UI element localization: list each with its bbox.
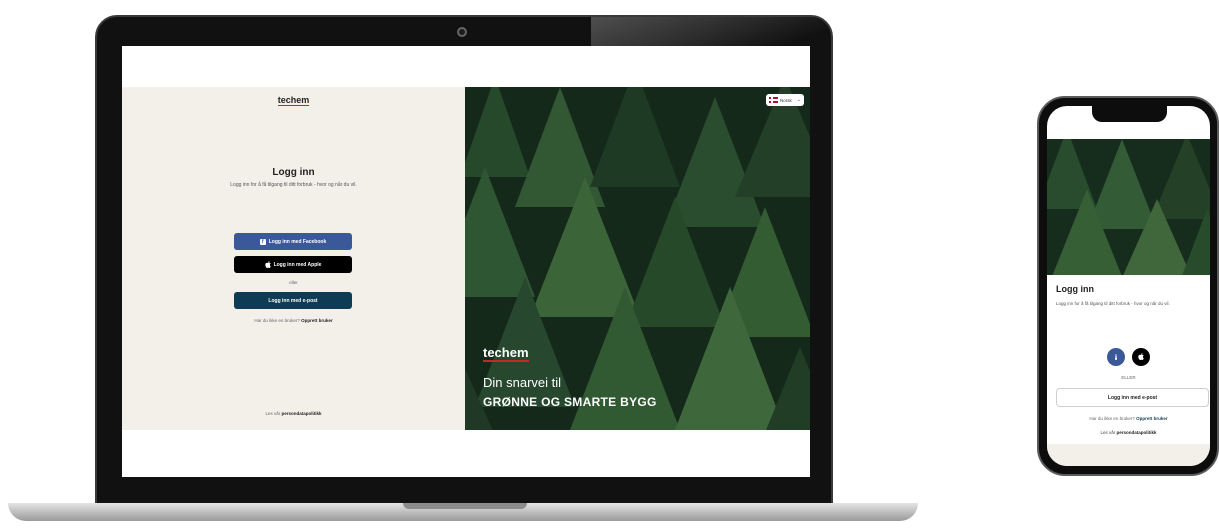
privacy-policy-link[interactable]: persondatapolitikk [282, 411, 322, 416]
apple-icon [264, 261, 271, 268]
language-selector[interactable]: Norsk ⌄ [766, 94, 804, 106]
facebook-icon: f [1115, 354, 1117, 360]
login-title: Logg inn [272, 167, 315, 178]
email-login-label: Logg inn med e-post [268, 297, 318, 304]
phone-login-title: Logg inn [1056, 284, 1094, 294]
techem-logo[interactable]: techem [122, 95, 465, 106]
phone-signup-prompt: Har du ikke en bruker? Opprett bruker [1089, 416, 1168, 421]
apple-login-button[interactable]: Logg inn med Apple [234, 256, 352, 273]
phone-privacy-prompt: Les vår persondatapolitikk [1100, 430, 1157, 435]
phone-mockup: Logg inn Logg inn for å få tilgang til d… [1037, 96, 1219, 476]
phone-apple-button[interactable] [1132, 348, 1150, 366]
email-login-button[interactable]: Logg inn med e-post [234, 292, 352, 309]
webcam [457, 27, 467, 37]
laptop-mockup: techem Logg inn Logg inn for å få tilgan… [95, 15, 833, 505]
hero-techem-logo: techem [483, 345, 529, 362]
hero-panel: Norsk ⌄ techem Din snarvei til GRØNNE OG… [465, 87, 810, 430]
browser-top-area [122, 46, 810, 87]
facebook-login-label: Logg inn med Facebook [268, 238, 327, 245]
hero-tagline-line1: Din snarvei til [483, 375, 562, 390]
laptop-screen: techem Logg inn Logg inn for å få tilgan… [122, 46, 810, 477]
facebook-icon: f [259, 238, 266, 245]
phone-login-subtitle: Logg inn for å få tilgang til ditt forbr… [1056, 301, 1170, 306]
phone-forest-image [1047, 139, 1210, 275]
apple-login-label: Logg inn med Apple [273, 261, 322, 268]
signup-link[interactable]: Opprett bruker [301, 318, 333, 323]
login-panel: techem Logg inn Logg inn for å få tilgan… [122, 87, 465, 430]
login-subtitle: Logg inn for å få tilgang til ditt forbr… [230, 182, 357, 188]
laptop-base [8, 503, 918, 521]
browser-bottom-area [122, 430, 810, 477]
phone-or-divider: ELLER [1121, 375, 1136, 380]
phone-facebook-button[interactable]: f [1107, 348, 1125, 366]
flag-norway-icon [769, 97, 778, 103]
phone-email-login-button[interactable]: Logg inn med e-post [1056, 388, 1209, 407]
phone-bottom-strip [1047, 444, 1210, 466]
apple-icon [1138, 352, 1144, 362]
chevron-down-icon: ⌄ [796, 97, 801, 103]
laptop-base-notch [403, 503, 527, 509]
phone-social-buttons: f [1047, 348, 1210, 366]
phone-email-login-label: Logg inn med e-post [1107, 394, 1158, 401]
facebook-login-button[interactable]: f Logg inn med Facebook [234, 233, 352, 250]
language-label: Norsk [780, 97, 792, 103]
phone-screen: Logg inn Logg inn for å få tilgang til d… [1047, 106, 1210, 466]
hero-tagline-line2: GRØNNE OG SMARTE BYGG [483, 395, 657, 409]
privacy-prompt: Les vår persondatapolitikk [265, 411, 322, 416]
or-divider: eller [289, 280, 298, 285]
signup-prompt: Har du ikke en bruker? Opprett bruker [254, 318, 333, 323]
phone-privacy-policy-link[interactable]: persondatapolitikk [1117, 430, 1157, 435]
phone-notch [1092, 106, 1167, 122]
phone-signup-link[interactable]: Opprett bruker [1136, 416, 1168, 421]
